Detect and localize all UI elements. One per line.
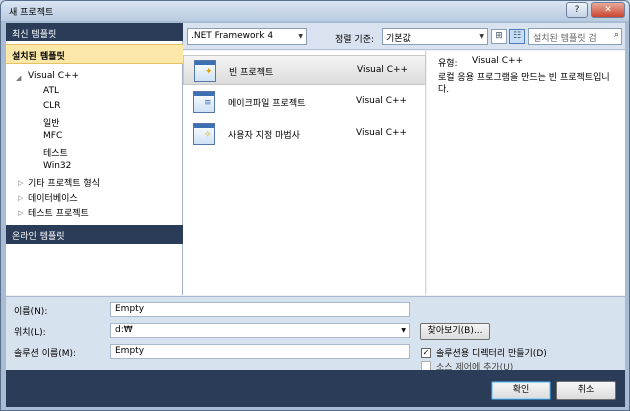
tree-item-test[interactable]: 테스트 [43,146,68,159]
expand-triangle-icon[interactable]: ▷ [18,194,23,202]
dropdown-arrow-icon: ▼ [298,33,303,40]
help-button[interactable]: ? [566,2,588,18]
dropdown-arrow-icon: ▼ [479,33,484,40]
template-item-empty-project[interactable]: ✦ 빈 프로젝트 Visual C++ [183,55,426,85]
search-placeholder: 설치된 템플릿 검 [533,34,597,44]
tree-item-general[interactable]: 일반 [43,116,60,129]
tree-item-mfc[interactable]: MFC [43,131,62,141]
sort-label: 정렬 기준: [335,35,375,45]
template-item-makefile-project[interactable]: ≡ 메이크파일 프로젝트 Visual C++ [183,87,426,117]
makefile-project-icon: ≡ [193,91,215,113]
name-value: Empty [115,304,145,314]
tree-item-other-project-types[interactable]: 기타 프로젝트 형식 [28,176,100,189]
search-icon: ⌕ [613,30,619,40]
template-details-panel: 유형: Visual C++ 로컬 응용 프로그램을 만드는 빈 프로젝트입니다… [427,51,625,295]
collapse-triangle-icon[interactable]: ◢ [16,74,21,82]
template-search-input[interactable]: 설치된 템플릿 검 ⌕ [528,28,622,45]
template-name: 빈 프로젝트 [229,68,274,78]
template-toolbar: .NET Framework 4 ▼ 정렬 기준: 기본값 ▼ ⊞ 설치된 템플… [183,23,625,50]
close-button[interactable]: ✕ [591,2,625,18]
create-directory-label: 솔루션용 디렉터리 만들기(D) [436,349,547,359]
tree-item-visual-cpp[interactable]: Visual C++ [28,71,79,81]
solution-name-field[interactable]: Empty [110,344,410,359]
tree-item-database[interactable]: 데이터베이스 [28,191,78,204]
name-label: 이름(N): [14,307,48,317]
online-templates-header[interactable]: 온라인 템플릿 [6,225,183,244]
ok-button[interactable]: 확인 [491,381,551,400]
type-label: 유형: [438,59,458,69]
template-language: Visual C++ [357,65,409,75]
expand-triangle-icon[interactable]: ▷ [18,209,23,217]
template-name: 메이크파일 프로젝트 [228,99,306,109]
recent-templates-header[interactable]: 최신 템플릿 [6,23,183,41]
dropdown-arrow-icon[interactable]: ▼ [401,327,406,334]
template-language: Visual C++ [356,96,408,106]
tree-item-test-projects[interactable]: 테스트 프로젝트 [28,206,89,219]
location-label: 위치(L): [14,328,46,338]
template-categories-panel: 최신 템플릿 설치된 템플릿 ◢ Visual C++ ATL CLR 일반 M… [6,23,183,295]
template-item-custom-wizard[interactable]: ✧ 사용자 지정 마법사 Visual C++ [183,119,426,149]
solution-name-value: Empty [115,346,145,356]
new-project-dialog: 새 프로젝트 ? ✕ 최신 템플릿 설치된 템플릿 ◢ Visual C++ A… [0,0,630,411]
template-description: 로컬 응용 프로그램을 만드는 빈 프로젝트입니다. [438,73,610,95]
dialog-footer: 확인 취소 [6,370,625,407]
dialog-title: 새 프로젝트 [9,8,54,18]
tree-item-clr[interactable]: CLR [43,101,61,111]
expand-triangle-icon[interactable]: ▷ [18,179,23,187]
location-value: d:₩ [115,325,133,335]
installed-templates-header[interactable]: 설치된 템플릿 [6,44,183,64]
framework-value: .NET Framework 4 [191,31,274,41]
template-name: 사용자 지정 마법사 [228,131,300,141]
browse-button[interactable]: 찾아보기(B)... [420,323,490,340]
project-settings-form: 이름(N): Empty 위치(L): d:₩ ▼ 찾아보기(B)... 솔루션… [6,296,625,373]
sort-select[interactable]: 기본값 ▼ [382,28,488,45]
title-bar: 새 프로젝트 ? ✕ [1,1,629,21]
tree-item-atl[interactable]: ATL [43,86,59,96]
template-list: ✦ 빈 프로젝트 Visual C++ ≡ 메이크파일 프로젝트 Visual … [183,51,426,295]
name-field[interactable]: Empty [110,302,410,317]
tree-item-win32[interactable]: Win32 [43,161,71,171]
solution-name-label: 솔루션 이름(M): [14,349,77,359]
sort-value: 기본값 [386,34,411,44]
medium-icons-view-button[interactable]: ☷ [509,29,525,44]
cancel-button[interactable]: 취소 [556,381,616,400]
custom-wizard-icon: ✧ [193,123,215,145]
empty-project-icon: ✦ [194,60,216,82]
framework-select[interactable]: .NET Framework 4 ▼ [187,28,307,45]
template-language: Visual C++ [356,128,408,138]
small-icons-view-button[interactable]: ⊞ [491,29,507,44]
type-value: Visual C++ [472,56,524,66]
location-field[interactable]: d:₩ ▼ [110,323,410,338]
dialog-body: 최신 템플릿 설치된 템플릿 ◢ Visual C++ ATL CLR 일반 M… [6,23,625,407]
create-directory-checkbox[interactable]: ✓ [421,348,431,358]
